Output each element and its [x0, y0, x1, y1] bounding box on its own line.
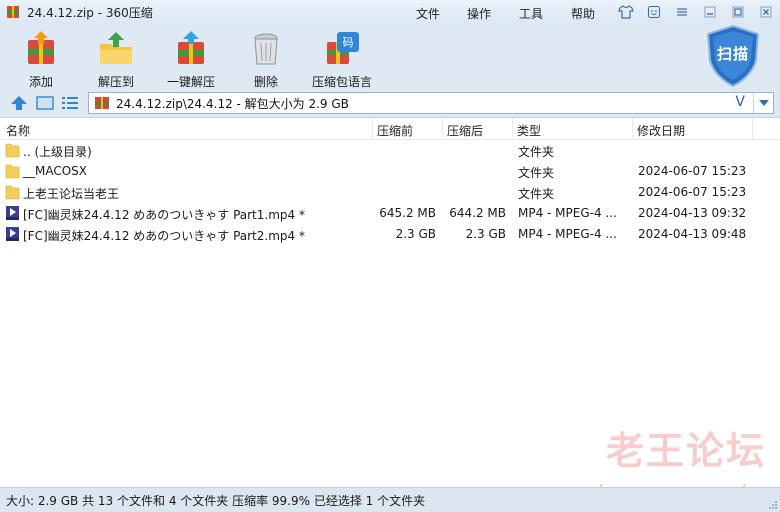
add-archive-icon: [28, 31, 54, 64]
feedback-smile-icon[interactable]: [640, 2, 668, 22]
column-header: 名称 压缩前 压缩后 类型 修改日期: [0, 118, 780, 140]
up-arrow-icon[interactable]: [10, 95, 28, 111]
resize-grip-icon[interactable]: [768, 500, 778, 510]
file-name: __MACOSX: [23, 164, 88, 178]
file-list: 名称 压缩前 压缩后 类型 修改日期 .. (上级目录) 文件夹 __MACOS…: [0, 117, 780, 512]
address-dropdown-button[interactable]: [753, 93, 773, 113]
add-button[interactable]: 添加: [6, 30, 76, 90]
chevron-down-icon: [758, 100, 769, 106]
delete-button[interactable]: 删除: [231, 30, 301, 90]
scan-button[interactable]: 扫描: [704, 24, 762, 88]
status-text: 大小: 2.9 GB 共 13 个文件和 4 个文件夹 压缩率 99.9% 已经…: [6, 493, 426, 508]
file-date: 2024-04-13 09:48: [638, 227, 747, 241]
extract-to-button[interactable]: 解压到: [81, 30, 151, 90]
address-bar[interactable]: 24.4.12.zip\24.4.12 - 解包大小为 2.9 GB V: [88, 92, 774, 114]
skin-shirt-icon[interactable]: [612, 2, 640, 22]
watermark-title: 老王论坛: [605, 429, 766, 473]
file-name: 上老王论坛当老王: [23, 187, 120, 201]
settings-menu-icon[interactable]: [668, 2, 696, 22]
file-size-after: 644.2 MB: [449, 206, 506, 220]
encoding-icon: 码: [327, 32, 359, 64]
zip-file-icon: [95, 97, 109, 109]
menu-help[interactable]: 帮助: [571, 5, 595, 22]
scan-label: 扫描: [716, 45, 749, 63]
column-size-before[interactable]: 压缩前: [377, 122, 413, 139]
file-size-after: 2.3 GB: [465, 227, 506, 241]
folder-icon: [5, 164, 20, 179]
address-v-toggle[interactable]: V: [735, 94, 745, 110]
one-click-extract-button[interactable]: 一键解压: [156, 30, 226, 90]
status-bar: 大小: 2.9 GB 共 13 个文件和 4 个文件夹 压缩率 99.9% 已经…: [0, 487, 780, 512]
list-view-icon[interactable]: [61, 95, 79, 111]
table-row[interactable]: __MACOSX 文件夹 2024-06-07 15:23: [0, 161, 780, 182]
table-row[interactable]: [FC]幽灵妹24.4.12 めあのついきゃす Part1.mp4 * 645.…: [0, 203, 780, 224]
add-label: 添加: [28, 75, 53, 89]
file-type: MP4 - MPEG-4 ...: [518, 206, 617, 220]
folder-icon: [5, 185, 20, 200]
address-row: 24.4.12.zip\24.4.12 - 解包大小为 2.9 GB V: [0, 91, 780, 116]
menu-operate[interactable]: 操作: [467, 5, 491, 22]
delete-label: 删除: [253, 75, 278, 89]
table-row[interactable]: 上老王论坛当老王 文件夹 2024-06-07 15:23: [0, 182, 780, 203]
mp4-file-icon: [6, 206, 19, 220]
maximize-icon[interactable]: [724, 2, 752, 22]
file-size-before: 645.2 MB: [379, 206, 436, 220]
file-name: [FC]幽灵妹24.4.12 めあのついきゃす Part2.mp4 *: [23, 229, 305, 243]
file-name: [FC]幽灵妹24.4.12 めあのついきゃす Part1.mp4 *: [23, 208, 305, 222]
extract-folder-icon: [100, 32, 132, 64]
file-date: 2024-06-07 15:23: [638, 185, 747, 199]
file-type: 文件夹: [518, 166, 555, 180]
column-name[interactable]: 名称: [6, 122, 30, 139]
folder-icon: [5, 143, 20, 158]
file-date: 2024-04-13 09:32: [638, 206, 747, 220]
file-size-before: 2.3 GB: [395, 227, 436, 241]
toolbar: 添加 解压到 一键解压 删除 码 压缩包语言: [0, 24, 780, 90]
file-date: 2024-06-07 15:23: [638, 164, 747, 178]
table-row[interactable]: .. (上级目录) 文件夹: [0, 140, 780, 161]
trash-icon: [254, 33, 278, 65]
column-modified[interactable]: 修改日期: [637, 122, 685, 139]
one-click-extract-icon: [178, 31, 204, 64]
address-path: 24.4.12.zip\24.4.12 - 解包大小为 2.9 GB: [116, 96, 349, 111]
mp4-file-icon: [6, 227, 19, 241]
menu-file[interactable]: 文件: [416, 5, 440, 22]
encoding-label: 压缩包语言: [311, 75, 372, 89]
file-name: .. (上级目录): [23, 145, 92, 159]
column-type[interactable]: 类型: [517, 122, 541, 139]
window-controls: [612, 0, 780, 24]
extract-to-label: 解压到: [97, 75, 134, 89]
one-click-extract-label: 一键解压: [166, 75, 215, 89]
svg-text:码: 码: [343, 36, 354, 49]
thumbnail-view-icon[interactable]: [36, 95, 54, 111]
file-type: 文件夹: [518, 145, 555, 159]
file-type: MP4 - MPEG-4 ...: [518, 227, 617, 241]
column-size-after[interactable]: 压缩后: [447, 122, 483, 139]
menu-tools[interactable]: 工具: [519, 5, 543, 22]
file-type: 文件夹: [518, 187, 555, 201]
encoding-button[interactable]: 码 压缩包语言: [305, 30, 379, 90]
close-icon[interactable]: [752, 2, 780, 22]
table-row[interactable]: [FC]幽灵妹24.4.12 めあのついきゃす Part2.mp4 * 2.3 …: [0, 224, 780, 245]
minimize-icon[interactable]: [696, 2, 724, 22]
